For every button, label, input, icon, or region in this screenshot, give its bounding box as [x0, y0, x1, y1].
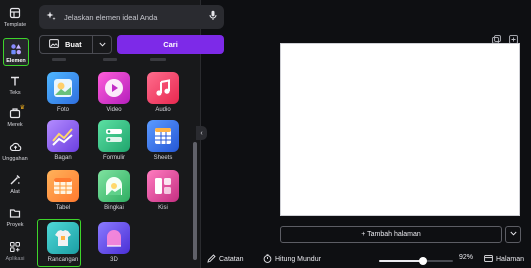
grid-icon: [155, 178, 171, 194]
sparkle-icon: [46, 8, 56, 26]
add-page-options-button[interactable]: [505, 226, 521, 243]
rail-label-text: Teks: [9, 90, 21, 96]
zoom-label: 92%: [459, 254, 474, 261]
partial-label-1: [52, 58, 66, 61]
rail-label-elements: Elemen: [6, 58, 26, 64]
timer-icon: [263, 254, 272, 265]
element-label-grid: Kisi: [158, 205, 168, 211]
element-tile-photo[interactable]: [47, 72, 79, 104]
crown-icon: ♛: [19, 105, 25, 111]
create-label: Buat: [65, 40, 82, 49]
pages-icon: [484, 254, 493, 265]
create-button[interactable]: Buat: [39, 35, 112, 54]
rail-apps[interactable]: Aplikasi: [0, 240, 30, 262]
rail-template[interactable]: Template: [0, 6, 30, 28]
notes-label: Catatan: [219, 256, 244, 263]
partial-label-2: [103, 58, 117, 61]
rail-label-brand: Merek: [7, 122, 23, 128]
element-tile-frame[interactable]: [98, 170, 130, 202]
partial-label-3: [150, 58, 166, 61]
element-label-3d: 3D: [110, 257, 118, 263]
pages-label: Halaman: [496, 256, 525, 263]
rail-label-apps: Aplikasi: [5, 256, 25, 262]
upload-icon: [8, 140, 22, 154]
element-label-frame: Bingkai: [104, 205, 124, 211]
add-page-button[interactable]: + Tambah halaman: [280, 226, 502, 243]
element-label-chart: Bagan: [54, 155, 72, 161]
zoom-slider-knob[interactable]: [419, 257, 428, 265]
elements-icon: [9, 42, 23, 56]
element-tile-video[interactable]: [98, 72, 130, 104]
chart-icon: [52, 128, 73, 146]
notes-button[interactable]: Catatan: [207, 254, 244, 265]
zoom-slider-fill: [379, 260, 424, 262]
element-label-table: Tabel: [55, 205, 71, 211]
notes-icon: [207, 254, 216, 265]
element-label-form: Formulir: [103, 155, 125, 161]
element-label-sheets: Sheets: [153, 155, 173, 161]
search-bar[interactable]: Jelaskan elemen ideal Anda: [39, 5, 224, 29]
mode-toggle: Buat Cari: [39, 35, 224, 55]
element-label-audio: Audio: [155, 107, 171, 113]
element-tile-3d[interactable]: [98, 222, 130, 254]
audio-icon: [156, 79, 170, 96]
collapse-panel-button[interactable]: ‹: [196, 126, 207, 140]
rail-projects[interactable]: Proyek: [0, 206, 30, 228]
microphone-icon[interactable]: [209, 8, 217, 26]
chevron-down-icon[interactable]: [92, 36, 111, 53]
rail-label-projects: Proyek: [6, 222, 24, 228]
text-icon: [8, 74, 22, 88]
search-button[interactable]: Cari: [117, 35, 224, 54]
panel-scrollbar[interactable]: [193, 142, 197, 260]
element-tile-grid[interactable]: [147, 170, 179, 202]
search-input[interactable]: Jelaskan elemen ideal Anda: [64, 13, 209, 22]
search-label: Cari: [163, 40, 178, 49]
element-label-video: Video: [106, 107, 122, 113]
mockup-highlight: [37, 219, 81, 267]
rail-label-tools: Alat: [10, 189, 20, 195]
photo-icon: [54, 79, 72, 97]
element-tile-sheets[interactable]: [147, 120, 179, 152]
element-label-photo: Foto: [56, 107, 69, 113]
magic-image-icon: [49, 39, 59, 50]
table-icon: [54, 178, 72, 194]
chevron-down-icon: [509, 231, 517, 238]
pages-button[interactable]: Halaman: [484, 254, 524, 265]
folder-icon: [8, 206, 22, 220]
rail-label-template: Template: [3, 22, 27, 28]
element-tile-table[interactable]: [47, 170, 79, 202]
3d-icon: [107, 230, 121, 247]
bottom-bar: Catatan Hitung Mundur 92% Halaman: [201, 252, 531, 268]
video-icon: [105, 79, 123, 97]
apps-icon: [8, 240, 22, 254]
frame-icon: [106, 177, 122, 195]
template-icon: [8, 6, 22, 20]
form-icon: [106, 129, 122, 142]
zoom-level[interactable]: 92%: [459, 254, 473, 261]
rail-elements[interactable]: Elemen: [3, 38, 29, 66]
timer-button[interactable]: Hitung Mundur: [263, 254, 321, 265]
chevron-left-icon: ‹: [200, 129, 203, 137]
element-tile-form[interactable]: [98, 120, 130, 152]
sheets-icon: [155, 128, 171, 144]
tools-icon: [8, 173, 22, 187]
rail-label-uploads: Unggahan: [2, 156, 28, 162]
timer-label: Hitung Mundur: [275, 256, 321, 263]
zoom-slider[interactable]: [379, 257, 453, 265]
element-tile-audio[interactable]: [147, 72, 179, 104]
element-tile-chart[interactable]: [47, 120, 79, 152]
design-page[interactable]: [280, 43, 520, 216]
add-page-label: + Tambah halaman: [361, 231, 421, 238]
